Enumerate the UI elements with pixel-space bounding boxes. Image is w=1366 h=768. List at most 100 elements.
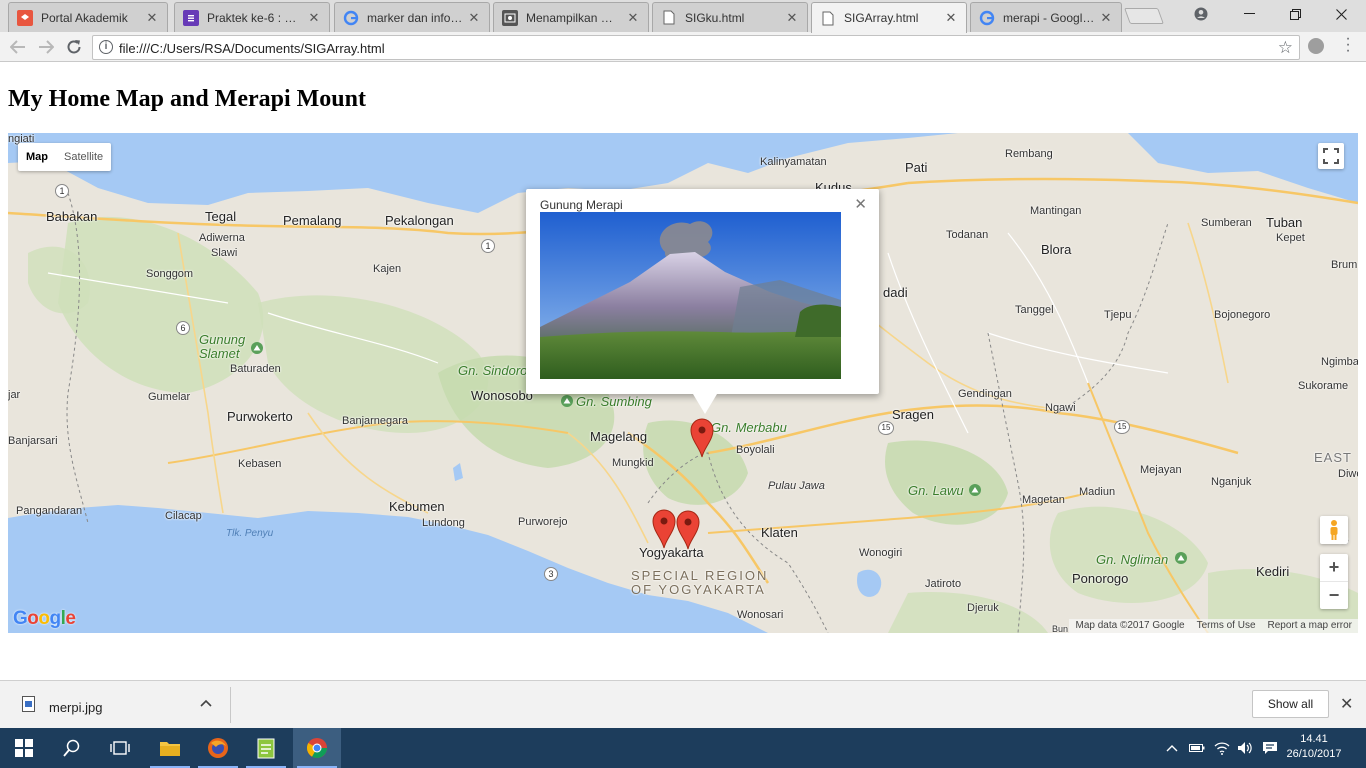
map-type-map-button[interactable]: Map (18, 143, 56, 171)
map-label-pangandaran: Pangandaran (16, 505, 83, 517)
tab-menampilkan[interactable]: Menampilkan multi ✕ (493, 2, 649, 32)
tab-title: merapi - Google M (1003, 10, 1095, 25)
map-label-banjarnegara: Banjarnegara (342, 415, 409, 427)
page-title: My Home Map and Merapi Mount (8, 86, 366, 112)
map-label-jatiroto: Jatiroto (925, 578, 962, 590)
marker-home-icon[interactable] (652, 509, 676, 549)
address-bar[interactable]: i file:///C:/Users/RSA/Documents/SIGArra… (92, 35, 1300, 60)
file-explorer-icon[interactable] (146, 728, 194, 768)
tab-close-icon[interactable]: ✕ (626, 10, 640, 26)
tab-close-icon[interactable]: ✕ (785, 10, 799, 26)
map-label-bojonegoro: Bojonegoro (1214, 309, 1271, 321)
firefox-icon[interactable] (194, 728, 242, 768)
restore-button[interactable] (1272, 0, 1318, 28)
map-label-gn-lawu: Gn. Lawu (908, 483, 964, 498)
minimize-button[interactable] (1226, 0, 1272, 28)
map-label-songgom: Songgom (146, 268, 194, 280)
map-label-ponorogo: Ponorogo (1072, 571, 1129, 586)
fullscreen-icon (1323, 148, 1339, 164)
tab-close-icon[interactable]: ✕ (467, 10, 481, 26)
street-view-pegman-button[interactable] (1320, 516, 1348, 544)
tab-title: Portal Akademik (41, 10, 128, 25)
tab-close-icon[interactable]: ✕ (145, 10, 159, 26)
route-shield: 1 (481, 239, 495, 253)
map-label-diwe: Diwe (1338, 468, 1358, 480)
volcano-icon (561, 395, 573, 407)
map-label-kajen: Kajen (373, 263, 402, 275)
tab-sigarray[interactable]: SIGArray.html ✕ (811, 2, 967, 33)
map-label-magelang: Magelang (590, 429, 648, 444)
map-label-magetan: Magetan (1022, 494, 1065, 506)
extension-icon[interactable] (1308, 38, 1324, 54)
browser-toolbar: i file:///C:/Users/RSA/Documents/SIGArra… (0, 32, 1366, 62)
tab-close-icon[interactable]: ✕ (307, 10, 321, 26)
search-icon[interactable] (48, 728, 96, 768)
marker-merapi-icon[interactable] (690, 418, 714, 458)
tab-title: SIGku.html (685, 10, 745, 25)
tray-chevron-up-icon[interactable] (1166, 728, 1178, 768)
tab-close-icon[interactable]: ✕ (944, 10, 958, 26)
terms-of-use-link[interactable]: Terms of Use (1197, 619, 1256, 633)
profile-icon[interactable] (1178, 0, 1224, 28)
map-label-wonosobo: Wonosobo (471, 388, 533, 403)
notepad-icon[interactable] (242, 728, 290, 768)
map-label-tanggel: Tanggel (1015, 304, 1054, 316)
map-label-kebumen: Kebumen (389, 499, 445, 514)
battery-icon[interactable] (1189, 728, 1205, 768)
map-label-cilacap: Cilacap (165, 510, 202, 522)
map-label-ngimba: Ngimba (1321, 356, 1358, 368)
notification-icon[interactable] (1262, 728, 1278, 768)
download-item-name[interactable]: merpi.jpg (49, 700, 102, 715)
zoom-out-button[interactable]: − (1320, 581, 1348, 608)
map-label-kepet: Kepet (1276, 232, 1305, 244)
map-label-gumelar: Gumelar (148, 391, 191, 403)
info-window-close-icon[interactable]: ✕ (854, 195, 867, 213)
tab-title: Menampilkan multi (526, 10, 622, 25)
tab-praktek[interactable]: Praktek ke-6 : multi ✕ (174, 2, 330, 32)
clock-time: 14.41 (1300, 733, 1328, 745)
route-shield: 1 (55, 184, 69, 198)
chrome-menu-icon[interactable]: · · · (1343, 31, 1353, 59)
reload-button[interactable] (64, 37, 84, 57)
close-shelf-icon[interactable]: ✕ (1340, 694, 1353, 714)
map-label-nganjuk: Nganjuk (1211, 476, 1252, 488)
back-button[interactable] (8, 37, 28, 57)
map-label-lundong: Lundong (422, 517, 465, 529)
chrome-icon[interactable] (293, 728, 341, 768)
close-window-button[interactable] (1318, 0, 1364, 28)
map-label-rembang: Rembang (1005, 148, 1053, 160)
volume-icon[interactable] (1237, 728, 1253, 768)
show-all-button[interactable]: Show all (1252, 690, 1329, 718)
map-type-satellite-button[interactable]: Satellite (56, 143, 111, 171)
wifi-icon[interactable] (1214, 728, 1230, 768)
tab-portal-akademik[interactable]: Portal Akademik ✕ (8, 2, 168, 32)
tab-sigku[interactable]: SIGku.html ✕ (652, 2, 808, 32)
google-favicon-icon (343, 10, 359, 26)
chevron-up-icon[interactable] (200, 694, 212, 710)
forward-button[interactable] (36, 37, 56, 57)
fullscreen-button[interactable] (1318, 143, 1344, 169)
tab-marker-infowin[interactable]: marker dan infowin ✕ (334, 2, 490, 32)
shelf-divider (230, 687, 231, 723)
task-view-icon[interactable] (96, 728, 144, 768)
map-label-sumberan: Sumberan (1201, 217, 1252, 229)
report-map-error-link[interactable]: Report a map error (1268, 619, 1352, 633)
map-label-todanan: Todanan (946, 229, 989, 241)
route-shield: 3 (544, 567, 558, 581)
map-label-gn-sumbing: Gn. Sumbing (576, 394, 652, 409)
tab-close-icon[interactable]: ✕ (1099, 10, 1113, 26)
zoom-in-button[interactable]: + (1320, 554, 1348, 581)
map-label-ngawi: Ngawi (1045, 402, 1076, 414)
tab-merapi-google-maps[interactable]: merapi - Google M ✕ (970, 2, 1122, 32)
bookmark-star-icon[interactable]: ☆ (1278, 38, 1293, 58)
new-tab-button[interactable] (1124, 8, 1164, 24)
map-label-bun: Bun (1052, 624, 1069, 633)
map-label-jar: jar (8, 389, 21, 401)
map-label-gunung-slamet: Gunung Slamet (199, 332, 246, 361)
taskbar-clock[interactable]: 14.41 26/10/2017 (1286, 732, 1342, 762)
start-icon[interactable] (0, 728, 48, 768)
marker-location-icon[interactable] (676, 510, 700, 550)
map-label-gn-ngliman: Gn. Ngliman (1096, 552, 1169, 567)
google-map[interactable]: ngiati Kalinyamatan Pati Rembang Kudus B… (8, 133, 1358, 633)
info-icon[interactable]: i (99, 40, 113, 54)
